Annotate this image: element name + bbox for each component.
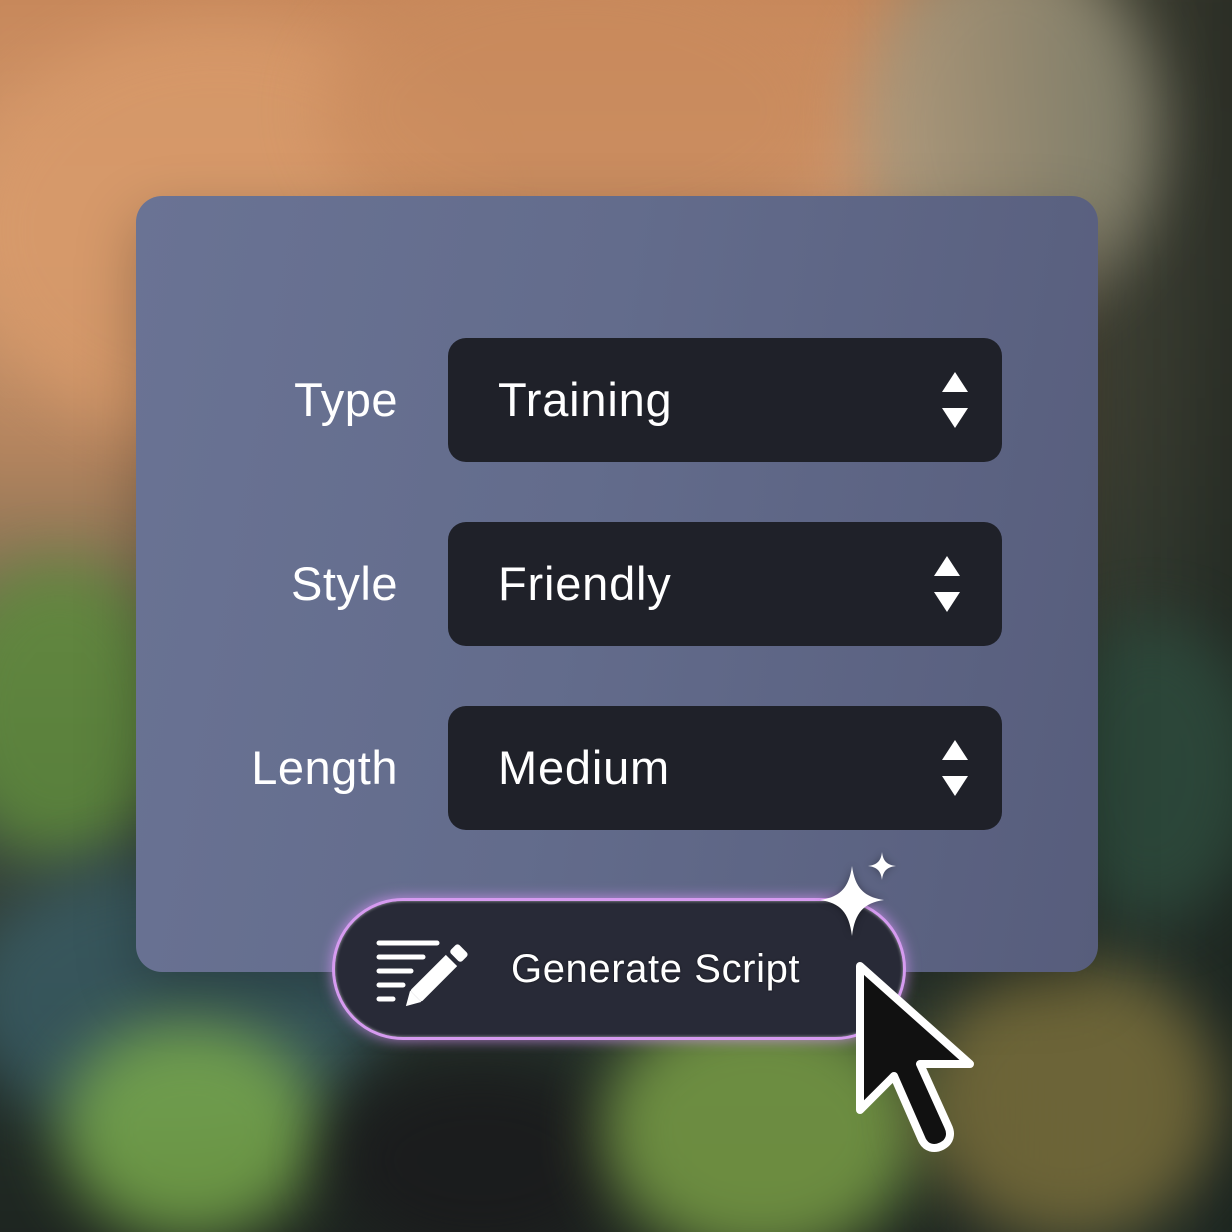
length-label: Length <box>251 741 398 794</box>
up-down-chevron-icon <box>934 556 960 612</box>
mouse-pointer-icon <box>856 962 974 1152</box>
up-down-chevron-icon <box>942 372 968 428</box>
length-select[interactable]: Medium <box>448 706 1002 830</box>
type-row: Type Training <box>136 338 1098 462</box>
generate-script-label: Generate Script <box>511 947 801 991</box>
style-select[interactable]: Friendly <box>448 522 1002 646</box>
type-select[interactable]: Training <box>448 338 1002 462</box>
style-row: Style Friendly <box>136 522 1098 646</box>
style-label: Style <box>291 557 398 610</box>
script-settings-panel: Type Training Style Friendly Length Medi… <box>136 196 1098 972</box>
up-down-chevron-icon <box>942 740 968 796</box>
style-select-value: Friendly <box>498 557 672 610</box>
type-select-value: Training <box>498 373 673 426</box>
sparkle-icon <box>820 852 896 936</box>
script-pencil-icon <box>376 940 468 1007</box>
type-label: Type <box>294 373 398 426</box>
length-row: Length Medium <box>136 706 1098 830</box>
length-select-value: Medium <box>498 741 670 794</box>
